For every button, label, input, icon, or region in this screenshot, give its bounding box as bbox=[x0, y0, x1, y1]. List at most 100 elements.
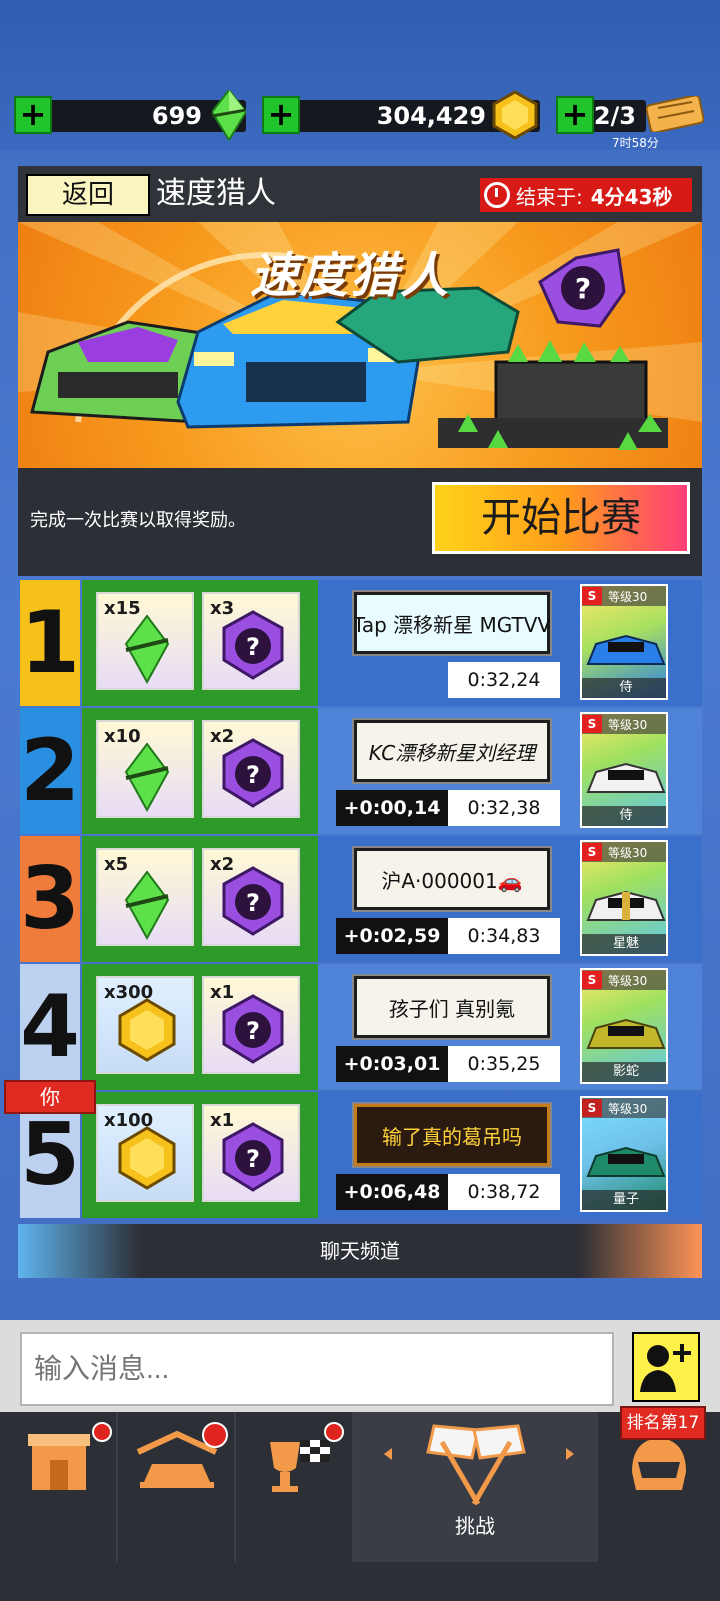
class-s-badge: S bbox=[582, 1099, 602, 1117]
chat-message-input[interactable] bbox=[20, 1332, 614, 1406]
reward-qty: x2 bbox=[210, 726, 235, 747]
opponent-car-card[interactable]: S 等级30 影蛇 bbox=[580, 968, 668, 1084]
reward-mystery-crate: x2 ? bbox=[202, 720, 300, 818]
rank-number: 4 bbox=[20, 964, 80, 1090]
event-title: 速度猎人 bbox=[156, 176, 276, 211]
timer-label: 结束于: bbox=[516, 184, 583, 209]
car-name: 影蛇 bbox=[582, 1062, 666, 1082]
add-coins-button[interactable]: + bbox=[262, 96, 300, 134]
opponent-car-card[interactable]: S 等级30 侍 bbox=[580, 584, 668, 700]
coin-icon bbox=[490, 90, 540, 144]
race-time: 0:34,83 bbox=[448, 918, 560, 954]
rewards-area: x5 x2 ? bbox=[82, 836, 318, 962]
gems-value: 699 bbox=[151, 102, 202, 130]
add-gems-button[interactable]: + bbox=[14, 96, 52, 134]
rank-number: 1 bbox=[20, 580, 80, 706]
tab-events[interactable] bbox=[236, 1412, 354, 1562]
car-card-header: S 等级30 bbox=[582, 714, 666, 734]
leaderboard-row[interactable]: 2 x10 x2 ? KC漂移新星刘经理 +0:00,14 0:32,38 S等… bbox=[18, 708, 702, 834]
rewards-area: x300 x1 ? bbox=[82, 964, 318, 1090]
car-icon bbox=[586, 762, 666, 793]
speed-hunter-ticket-icon bbox=[645, 94, 705, 136]
rewards-area: x10 x2 ? bbox=[82, 708, 318, 834]
reward-qty: x3 bbox=[210, 598, 235, 619]
reward-qty: x2 bbox=[210, 854, 235, 875]
opponent-area: 输了真的葛吊吗 +0:06,48 0:38,72 S 等级30 量子 bbox=[318, 1092, 702, 1218]
class-s-badge: S bbox=[582, 587, 602, 605]
reward-mystery-crate: x1 ? bbox=[202, 1104, 300, 1202]
tab-challenge-label: 挑战 bbox=[455, 1514, 495, 1538]
car-card-header: S 等级30 bbox=[582, 842, 666, 862]
event-timer: 结束于: 4分43秒 bbox=[480, 178, 692, 212]
car-level: 等级30 bbox=[608, 589, 648, 604]
car-name: 侍 bbox=[582, 678, 666, 698]
svg-text:?: ? bbox=[246, 633, 260, 661]
reward-gems: x10 bbox=[96, 720, 194, 818]
tab-garage[interactable] bbox=[118, 1412, 236, 1562]
leaderboard-row[interactable]: 1 x15 x3 ? Tap 漂移新星 MGTVV 0:32,24 S 等级30 … bbox=[18, 580, 702, 706]
car-icon bbox=[586, 1018, 666, 1049]
add-friend-button[interactable] bbox=[632, 1332, 700, 1402]
car-icon bbox=[586, 1146, 666, 1177]
svg-text:?: ? bbox=[246, 889, 260, 917]
class-s-badge: S bbox=[582, 843, 602, 861]
car-level: 等级30 bbox=[608, 717, 648, 732]
chat-channel-header[interactable]: 聊天频道 bbox=[18, 1224, 702, 1278]
reward-qty: x100 bbox=[104, 1110, 154, 1131]
car-card-header: S 等级30 bbox=[582, 970, 666, 990]
banner-title: 速度猎人 bbox=[250, 248, 451, 304]
reward-qty: x300 bbox=[104, 982, 154, 1003]
reward-coins: x300 bbox=[96, 976, 194, 1074]
gems-counter: + 699 bbox=[14, 88, 248, 142]
notification-dot bbox=[92, 1422, 112, 1442]
upgrade-arrow-badge bbox=[202, 1422, 228, 1448]
tickets-value: 2/3 bbox=[593, 102, 636, 130]
reward-qty: x10 bbox=[104, 726, 141, 747]
coins-value: 304,429 bbox=[376, 102, 486, 130]
tab-shop[interactable] bbox=[0, 1412, 118, 1562]
license-plate: 输了真的葛吊吗 bbox=[352, 1102, 552, 1168]
checkered-flags-icon bbox=[384, 1424, 574, 1506]
add-tickets-button[interactable]: + bbox=[556, 96, 594, 134]
opponent-car-card[interactable]: S 等级30 侍 bbox=[580, 712, 668, 828]
top-status-bar: + 699 + 304,429 + 2/3 7时58分 bbox=[0, 0, 720, 150]
race-time: 0:38,72 bbox=[448, 1174, 560, 1210]
reward-gems: x15 bbox=[96, 592, 194, 690]
opponent-area: 沪A·000001🚗 +0:02,59 0:34,83 S 等级30 星魅 bbox=[318, 836, 702, 962]
leaderboard-row[interactable]: 4 x300 x1 ? 孩子们 真别氪 +0:03,01 0:35,25 S 等级… bbox=[18, 964, 702, 1090]
opponent-car-card[interactable]: S 等级30 量子 bbox=[580, 1096, 668, 1212]
rewards-area: x100 x1 ? bbox=[82, 1092, 318, 1218]
reward-mystery-crate: x3 ? bbox=[202, 592, 300, 690]
opponent-area: Tap 漂移新星 MGTVV 0:32,24 S 等级30 侍 bbox=[318, 580, 702, 706]
car-name: 侍 bbox=[582, 806, 666, 826]
you-marker: 你 bbox=[4, 1080, 96, 1114]
car-name: 星魅 bbox=[582, 934, 666, 954]
add-friend-icon bbox=[640, 1344, 691, 1392]
start-race-button[interactable]: 开始比赛 bbox=[432, 482, 690, 554]
reward-coins: x100 bbox=[96, 1104, 194, 1202]
back-button[interactable]: 返回 bbox=[26, 174, 150, 216]
license-plate: 沪A·000001🚗 bbox=[352, 846, 552, 912]
time-delta: +0:00,14 bbox=[336, 790, 448, 826]
car-card-header: S 等级30 bbox=[582, 1098, 666, 1118]
tickets-counter: + 2/3 bbox=[556, 94, 706, 136]
class-s-badge: S bbox=[582, 971, 602, 989]
svg-text:?: ? bbox=[575, 272, 591, 305]
timer-value: 4分43秒 bbox=[590, 184, 673, 209]
license-plate: KC漂移新星刘经理 bbox=[352, 718, 552, 784]
svg-text:?: ? bbox=[246, 761, 260, 789]
clock-icon bbox=[484, 182, 510, 208]
panel-header: 返回 速度猎人 结束于: 4分43秒 bbox=[18, 166, 702, 222]
gem-icon bbox=[210, 88, 248, 144]
leaderboard-row[interactable]: 3 x5 x2 ? 沪A·000001🚗 +0:02,59 0:34,83 S等… bbox=[18, 836, 702, 962]
reward-qty: x5 bbox=[104, 854, 129, 875]
tab-challenge[interactable]: 挑战 bbox=[354, 1412, 598, 1562]
opponent-car-card[interactable]: S 等级30 星魅 bbox=[580, 840, 668, 956]
car-level: 等级30 bbox=[608, 973, 648, 988]
coins-counter: + 304,429 bbox=[262, 90, 540, 140]
event-panel: 返回 速度猎人 结束于: 4分43秒 ? 速度猎人 完成一次比赛以取得奖励。 开… bbox=[18, 166, 702, 576]
notification-dot bbox=[324, 1422, 344, 1442]
ticket-refill-timer: 7时58分 bbox=[612, 136, 659, 150]
svg-text:?: ? bbox=[246, 1017, 260, 1045]
leaderboard-row[interactable]: 5 x100 x1 ? 输了真的葛吊吗 +0:06,48 0:38,72 S 等级… bbox=[18, 1092, 702, 1218]
